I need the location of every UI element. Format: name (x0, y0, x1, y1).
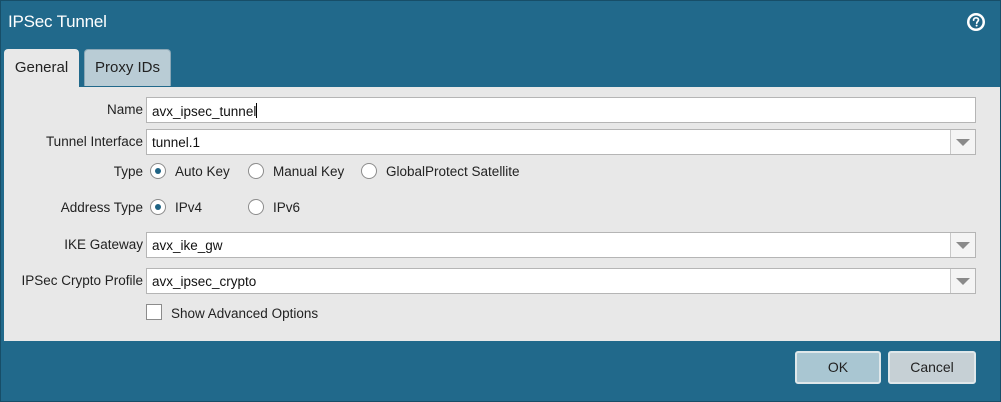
ok-button[interactable]: OK (795, 351, 881, 384)
show-advanced-options-label: Show Advanced Options (171, 306, 319, 321)
ipsec-crypto-profile-label: IPSec Crypto Profile (21, 273, 143, 288)
tunnel-interface-select[interactable]: tunnel.1 (146, 129, 976, 155)
text-cursor (256, 103, 258, 118)
question-circle-icon[interactable] (966, 12, 986, 32)
title-bar: IPSec Tunnel (1, 1, 1000, 45)
ike-gateway-row: IKE Gateway avx_ike_gw (4, 232, 1000, 258)
name-input[interactable]: avx_ipsec_tunnel (146, 97, 976, 123)
tunnel-interface-row: Tunnel Interface tunnel.1 (4, 129, 1000, 155)
address-type-ipv4-label: IPv4 (175, 200, 203, 215)
name-label: Name (106, 102, 143, 117)
chevron-down-icon (956, 139, 970, 146)
ike-gateway-label: IKE Gateway (64, 237, 143, 252)
tunnel-interface-dropdown-button[interactable] (950, 130, 975, 154)
radio-circle (248, 163, 264, 179)
radio-selected-dot (155, 204, 161, 210)
radio-selected-dot (155, 168, 161, 174)
type-auto-key-label: Auto Key (175, 164, 230, 179)
tunnel-interface-value: tunnel.1 (152, 135, 201, 150)
type-manual-key-label: Manual Key (273, 164, 345, 179)
radio-circle (150, 163, 166, 179)
dialog-title: IPSec Tunnel (8, 12, 107, 31)
name-row: Name avx_ipsec_tunnel (4, 97, 1000, 123)
ike-gateway-value: avx_ike_gw (152, 238, 223, 253)
chevron-down-icon (956, 278, 970, 285)
type-globalprotect-satellite-label: GlobalProtect Satellite (386, 164, 520, 179)
radio-circle (248, 199, 264, 215)
show-advanced-options-checkbox[interactable] (146, 304, 162, 320)
chevron-down-icon (956, 242, 970, 249)
cancel-button[interactable]: Cancel (888, 351, 976, 384)
radio-circle (361, 163, 377, 179)
ipsec-crypto-profile-select[interactable]: avx_ipsec_crypto (146, 268, 976, 294)
ipsec-crypto-profile-dropdown-button[interactable] (950, 269, 975, 293)
address-type-row: Address Type IPv4 IPv6 (4, 195, 1000, 221)
name-input-value: avx_ipsec_tunnel (152, 104, 257, 119)
ike-gateway-select[interactable]: avx_ike_gw (146, 232, 976, 258)
tunnel-interface-label: Tunnel Interface (45, 134, 143, 149)
general-panel: Name avx_ipsec_tunnel Tunnel Interface t… (4, 87, 1000, 341)
address-type-ipv6-label: IPv6 (273, 200, 301, 215)
address-type-label: Address Type (60, 200, 143, 215)
type-row: Type Auto Key Manual Key GlobalProtect S… (4, 159, 1000, 185)
type-label: Type (113, 164, 143, 179)
tab-proxy-ids[interactable]: Proxy IDs (84, 49, 171, 86)
tab-general[interactable]: General (4, 49, 79, 88)
ipsec-crypto-profile-value: avx_ipsec_crypto (152, 274, 257, 289)
ipsec-crypto-profile-row: IPSec Crypto Profile avx_ipsec_crypto (4, 268, 1000, 294)
ike-gateway-dropdown-button[interactable] (950, 233, 975, 257)
ipsec-tunnel-dialog: IPSec Tunnel General Proxy IDs Name avx_… (0, 0, 1001, 402)
radio-circle (150, 199, 166, 215)
